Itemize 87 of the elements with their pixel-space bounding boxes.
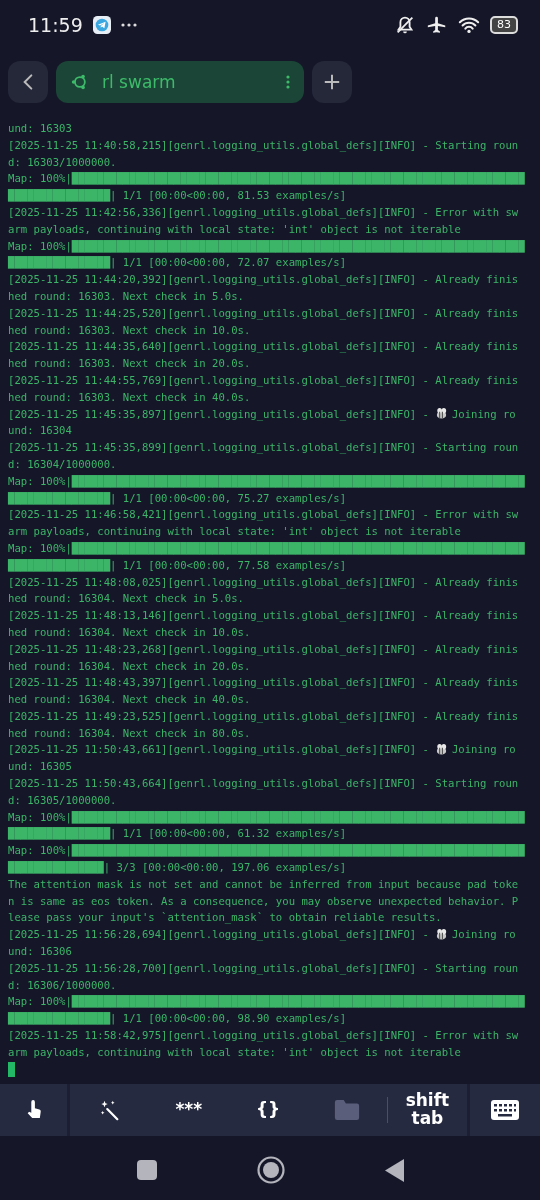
log-line: ████████████████| 1/1 [00:00<00:00, 72.07 examples/s] — [8, 255, 347, 271]
back-button[interactable] — [8, 61, 48, 103]
log-line: arm payloads, continuing with local state: 'int' object is not iterable — [8, 524, 461, 540]
log-line: d: 16305/1000000. — [8, 792, 117, 808]
wifi-icon — [458, 14, 480, 36]
log-line: d: 16306/1000000. — [8, 977, 117, 993]
log-line: ████████████████| 1/1 [00:00<00:00, 98.90 examples/s] — [8, 1011, 347, 1027]
log-line: hed round: 16304. Next check in 40.0s. — [8, 692, 251, 708]
log-line: Map: 100%|███████████████████████████████████████████████████████████████████████ — [8, 238, 525, 255]
ubuntu-logo-icon — [70, 73, 88, 91]
recents-button[interactable] — [136, 1160, 157, 1180]
log-line: Joining ro — [451, 927, 516, 943]
log-line: [2025-11-25 11:44:20,392][genrl.logging_utils.global_defs][INFO] - Already finis — [8, 272, 519, 288]
log-line: Map: 100%|███████████████████████████████████████████████████████████████████████ — [8, 473, 525, 490]
log-line: ████████████████| 1/1 [00:00<00:00, 81.53 examples/s] — [8, 188, 347, 204]
log-line: Map: 100%|███████████████████████████████████████████████████████████████████████ — [8, 809, 525, 826]
log-line: [2025-11-25 11:45:35,897][genrl.logging_utils.global_defs][INFO] - — [8, 406, 429, 423]
status-time: 11:59 — [28, 14, 83, 36]
more-icon — [120, 23, 137, 27]
log-line: hed round: 16303. Next check in 10.0s. — [8, 322, 251, 338]
session-tab[interactable]: rl swarm — [56, 61, 304, 103]
log-line: Joining ro — [451, 742, 516, 758]
log-line: hed round: 16303. Next check in 20.0s. — [8, 356, 251, 372]
bee-icon — [434, 407, 448, 421]
log-line: und: 16305 — [8, 759, 72, 775]
log-line: ████████████████| 1/1 [00:00<00:00, 75.27 examples/s] — [8, 490, 347, 507]
log-line: Map: 100%|███████████████████████████████████████████████████████████████████████ — [8, 994, 525, 1010]
magic-wand-icon — [98, 1099, 121, 1121]
folder-icon — [333, 1099, 362, 1121]
home-button[interactable] — [256, 1156, 285, 1184]
log-line: Map: 100%|███████████████████████████████████████████████████████████████████████ — [8, 171, 525, 187]
extra-key[interactable]: *** — [149, 1084, 229, 1136]
log-line: hed round: 16303. Next check in 40.0s. — [8, 389, 251, 405]
log-line: [2025-11-25 11:48:23,268][genrl.logging_utils.global_defs][INFO] - Already finis — [8, 641, 519, 658]
log-line: [2025-11-25 11:56:28,694][genrl.logging_utils.global_defs][INFO] - — [8, 927, 429, 943]
paper-plane-app-icon — [92, 16, 111, 34]
log-line: ███████████████| 3/3 [00:00<00:00, 197.06 examples/s] — [8, 860, 347, 876]
back-nav-button[interactable] — [384, 1158, 404, 1182]
log-line: d: 16304/1000000. — [8, 456, 117, 472]
log-line: Joining ro — [451, 406, 516, 422]
extra-key[interactable]: {} — [228, 1084, 308, 1136]
session-title: rl swarm — [102, 72, 177, 92]
log-line: [2025-11-25 11:50:43,661][genrl.logging_utils.global_defs][INFO] - — [8, 742, 429, 758]
log-line: und: 16304 — [8, 423, 72, 439]
log-line: [2025-11-25 11:40:58,215][genrl.logging_utils.global_defs][INFO] - Starting roun — [8, 137, 519, 154]
log-line: und: 16303 — [8, 121, 72, 136]
extra-key[interactable]: shift tab — [387, 1084, 467, 1136]
bee-icon — [434, 928, 448, 942]
kebab-menu-icon[interactable] — [286, 75, 290, 89]
log-line: [2025-11-25 11:50:43,664][genrl.logging_utils.global_defs][INFO] - Starting roun — [8, 776, 519, 792]
log-line: hed round: 16304. Next check in 20.0s. — [8, 658, 251, 674]
log-line: [2025-11-25 11:42:56,336][genrl.logging_utils.global_defs][INFO] - Error with sw — [8, 205, 519, 221]
log-line: [2025-11-25 11:44:25,520][genrl.logging_utils.global_defs][INFO] - Already finis — [8, 305, 519, 322]
log-line: [2025-11-25 11:44:35,640][genrl.logging_utils.global_defs][INFO] - Already finis — [8, 339, 519, 355]
log-line: [2025-11-25 11:48:43,397][genrl.logging_utils.global_defs][INFO] - Already finis — [8, 675, 519, 691]
log-line: hed round: 16304. Next check in 5.0s. — [8, 591, 244, 607]
plus-icon — [323, 73, 341, 91]
log-line: ████████████████| 1/1 [00:00<00:00, 77.58 examples/s] — [8, 557, 347, 574]
log-line: [2025-11-25 11:46:58,421][genrl.logging_utils.global_defs][INFO] - Error with sw — [8, 507, 519, 523]
log-line: [2025-11-25 11:48:08,025][genrl.logging_utils.global_defs][INFO] - Already finis — [8, 574, 519, 591]
log-line: arm payloads, continuing with local state: 'int' object is not iterable — [8, 221, 461, 237]
log-line: hed round: 16304. Next check in 80.0s. — [8, 725, 251, 741]
log-line: [2025-11-25 11:58:42,975][genrl.logging_utils.global_defs][INFO] - Error with sw — [8, 1028, 519, 1044]
log-line: Map: 100%|███████████████████████████████████████████████████████████████████████ — [8, 540, 525, 557]
log-line: [2025-11-25 11:45:35,899][genrl.logging_utils.global_defs][INFO] - Starting roun — [8, 440, 519, 456]
log-line: d: 16303/1000000. — [8, 154, 117, 170]
log-line: [2025-11-25 11:44:55,769][genrl.logging_utils.global_defs][INFO] - Already finis — [8, 372, 519, 389]
log-line: arm payloads, continuing with local state: 'int' object is not iterable — [8, 1044, 461, 1060]
add-tab-button[interactable] — [312, 61, 352, 103]
log-line: ████████████████| 1/1 [00:00<00:00, 61.32 examples/s] — [8, 826, 347, 842]
log-line: lease pass your input's `attention_mask` to obtain reliable results. — [8, 910, 442, 926]
log-line: Map: 100%|███████████████████████████████████████████████████████████████████████ — [8, 843, 525, 859]
log-line: und: 16306 — [8, 944, 72, 960]
log-line: n is same as eos token. As a consequence, you may observe unexpected behavior. P — [8, 893, 519, 909]
log-line: The attention mask is not set and cannot be inferred from input because pad toke — [8, 876, 519, 892]
back-icon — [23, 73, 33, 91]
bee-icon — [434, 743, 448, 757]
keyboard-icon — [491, 1100, 519, 1120]
terminal-cursor — [8, 1061, 15, 1077]
muted-bell-icon — [394, 14, 416, 36]
airplane-icon — [426, 14, 448, 36]
log-line: [2025-11-25 11:48:13,146][genrl.logging_utils.global_defs][INFO] - Already finis — [8, 608, 519, 624]
log-line: [2025-11-25 11:49:23,525][genrl.logging_utils.global_defs][INFO] - Already finis — [8, 708, 519, 725]
battery-level: 83 — [490, 16, 518, 34]
log-line: hed round: 16304. Next check in 10.0s. — [8, 624, 251, 640]
log-line: [2025-11-25 11:56:28,700][genrl.logging_utils.global_defs][INFO] - Starting roun — [8, 960, 519, 977]
log-line: hed round: 16303. Next check in 5.0s. — [8, 288, 244, 304]
